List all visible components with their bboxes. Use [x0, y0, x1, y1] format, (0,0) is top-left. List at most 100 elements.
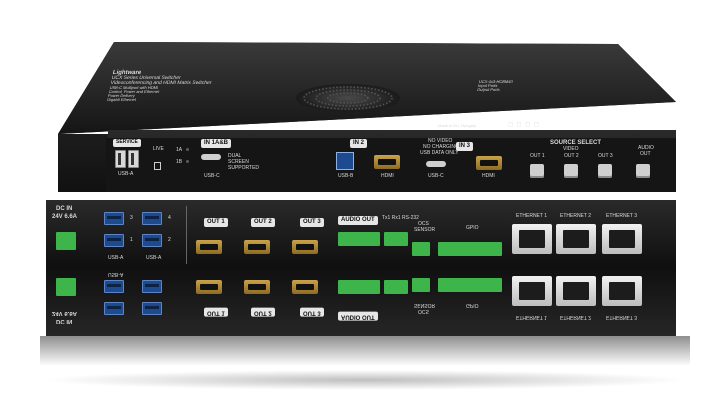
source-select-audio-button[interactable]	[636, 164, 650, 178]
video-label: VIDEO	[563, 146, 579, 152]
lower-audio-out-label: AUDIO OUT	[338, 312, 378, 321]
rear-ocs-connector[interactable]	[412, 242, 430, 256]
lower-out2-label: OUT 2	[251, 308, 275, 317]
lid-text-left: Lightware UCX Series Universal Switcher …	[107, 70, 215, 102]
led-1b-label: 1B	[176, 159, 183, 165]
rear-out3-label: OUT 3	[300, 218, 324, 227]
rear-rs232-connector[interactable]	[384, 232, 408, 246]
rear-usb-a-label: USB-A	[108, 255, 124, 261]
lower-unit: 24V 6.6A DC IN USB-A OUT 1 OUT 2 OUT 3 A…	[46, 268, 676, 336]
rear-usb-port-1[interactable]	[104, 234, 124, 247]
rear-ethernet3-port[interactable]	[602, 224, 642, 254]
lid-output-text: Output Ports	[476, 87, 501, 92]
in1-usbc-port[interactable]	[201, 154, 221, 160]
lower-audio-out-connector[interactable]	[338, 280, 380, 294]
lower-ethernet2-label: ETHERNET 2	[560, 314, 592, 320]
source-select-out1-button[interactable]	[530, 164, 544, 178]
service-usb-port-2[interactable]	[128, 150, 139, 168]
rear-gpio-connector[interactable]	[438, 242, 502, 256]
lower-ocs-label: OCS	[418, 308, 429, 314]
floor-shadow	[40, 370, 690, 390]
rear-dc-power-connector[interactable]	[56, 232, 76, 250]
lower-out1-label: OUT 1	[204, 308, 228, 317]
rear-usb-a-label-2: USB-A	[146, 255, 162, 261]
live-label: LIVE	[153, 146, 164, 152]
rear-dc-voltage-label: 24V 6.6A	[52, 214, 78, 220]
in3-hdmi-label: HDMI	[482, 173, 495, 179]
out2-label: OUT 2	[564, 153, 579, 159]
in1-label: IN 1A&B	[201, 139, 232, 148]
source-select-out3-button[interactable]	[598, 164, 612, 178]
rear-usb-num-4: 4	[168, 215, 171, 221]
hdmi-out-section	[186, 206, 337, 264]
made-in-text: Made in EU, Hungary	[438, 123, 477, 128]
no-video-line3: USB DATA ONLY	[420, 150, 459, 156]
compliance-marks: ◻ ◻ ◻ ◻	[508, 122, 540, 128]
rear-hdmi-out2-port[interactable]	[244, 240, 270, 254]
rear-out2-label: OUT 2	[251, 218, 275, 227]
lower-ethernet3-label: ETHERNET 3	[606, 314, 638, 320]
rear-rs232-label: RS-232	[402, 215, 419, 221]
lower-ethernet2-port[interactable]	[556, 276, 596, 306]
service-label: SERVICE	[113, 139, 141, 147]
lower-dc-voltage-label: 24V 6.6A	[52, 310, 78, 316]
in2-usbb-port[interactable]	[336, 152, 354, 170]
top-unit: Lightware UCX Series Universal Switcher …	[58, 42, 676, 192]
led-1a	[186, 148, 189, 151]
in3-usbc-port[interactable]	[426, 161, 446, 167]
lower-ocs-connector[interactable]	[412, 278, 430, 292]
rear-ethernet2-label: ETHERNET 2	[560, 213, 592, 219]
in2-hdmi-label: HDMI	[381, 173, 394, 179]
lower-ethernet1-label: ETHERNET 1	[516, 314, 548, 320]
rear-usb-num-3: 3	[130, 215, 133, 221]
lid-line-6: Gigabit Ethernet	[106, 97, 137, 102]
rear-usb-num-2: 2	[168, 237, 171, 243]
rear-gpio-label: GPIO	[466, 225, 479, 231]
rear-ethernet3-label: ETHERNET 3	[606, 213, 638, 219]
rear-hdmi-out1-port[interactable]	[196, 240, 222, 254]
service-usb-port-1[interactable]	[115, 150, 126, 168]
in2-usbb-label: USB-B	[338, 173, 354, 179]
rear-usb-port-2[interactable]	[142, 234, 162, 247]
reflection-fade	[40, 336, 690, 366]
lower-hdmi-out3-port[interactable]	[292, 280, 318, 294]
audio-out-label: OUT	[640, 151, 651, 157]
lower-hdmi-out2-port[interactable]	[244, 280, 270, 294]
usb-c-service-icon	[154, 162, 161, 170]
lid-text-right: UCX-4x3-HCBM40 Input Ports Output Ports	[476, 79, 514, 92]
rear-ethernet2-port[interactable]	[556, 224, 596, 254]
lower-gpio-label: GPIO	[466, 302, 479, 308]
lower-dc-power-connector[interactable]	[56, 278, 76, 296]
lower-out3-label: OUT 3	[300, 308, 324, 317]
led-1b	[186, 160, 189, 163]
lower-usb-port-1[interactable]	[104, 280, 124, 293]
rear-hdmi-out3-port[interactable]	[292, 240, 318, 254]
out3-label: OUT 3	[598, 153, 613, 159]
in1-usbc-label: USB-C	[204, 173, 220, 179]
rear-dc-in-label: DC IN	[56, 206, 73, 212]
lower-usb-port-2[interactable]	[142, 280, 162, 293]
lower-dc-in-label: DC IN	[56, 318, 73, 324]
lower-usb-port-3[interactable]	[104, 302, 124, 315]
in2-label: IN 2	[350, 139, 368, 148]
rear-usb-port-4[interactable]	[142, 212, 162, 225]
lower-rs232-connector[interactable]	[384, 280, 408, 294]
rear-ethernet1-port[interactable]	[512, 224, 552, 254]
dual-screen-line3: SUPPORTED	[228, 165, 260, 171]
lower-gpio-connector[interactable]	[438, 278, 502, 292]
lower-usb-port-4[interactable]	[142, 302, 162, 315]
lower-ethernet3-port[interactable]	[602, 276, 642, 306]
in2-hdmi-port[interactable]	[374, 155, 400, 169]
rear-ethernet1-label: ETHERNET 1	[516, 213, 548, 219]
rear-audio-out-label: AUDIO OUT	[338, 216, 378, 225]
rear-usb-port-3[interactable]	[104, 212, 124, 225]
in3-usbc-label: USB-C	[428, 173, 444, 179]
rear-tx-rx-label: Tx1 Rx1	[382, 215, 401, 221]
lower-hdmi-out1-port[interactable]	[196, 280, 222, 294]
in3-hdmi-port[interactable]	[476, 156, 502, 170]
rear-audio-out-connector[interactable]	[338, 232, 380, 246]
source-select-out2-button[interactable]	[564, 164, 578, 178]
front-usb-a-label: USB-A	[118, 171, 134, 177]
lower-ethernet1-port[interactable]	[512, 276, 552, 306]
in3-label: IN 3	[456, 142, 474, 151]
